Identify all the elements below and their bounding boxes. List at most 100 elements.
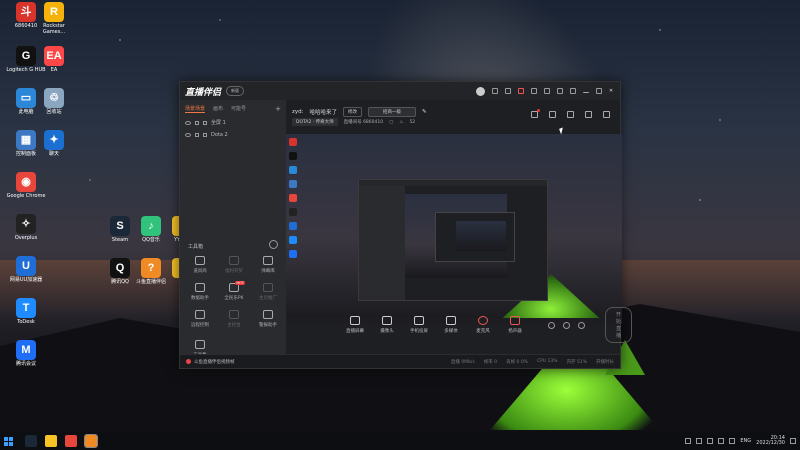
maximize-button[interactable] — [596, 88, 602, 94]
mail-icon[interactable] — [531, 88, 537, 94]
volume-icon[interactable] — [729, 438, 736, 444]
desktop-icon-uu-icon: U — [16, 256, 36, 276]
stat-item: 内存 51% — [566, 359, 587, 365]
tool-remote[interactable]: 远程控制 — [184, 310, 216, 328]
control-label: 手机投屏 — [410, 329, 428, 334]
eye-icon[interactable] — [185, 120, 191, 125]
desktop-icon-recycle-bin[interactable]: ♲ 回收站 — [34, 88, 74, 116]
app-titlebar: 直播伴侣 新版 ✕ — [180, 82, 620, 100]
desktop-icon-todesk[interactable]: T ToDesk — [6, 298, 46, 326]
start-stream-button[interactable]: 开始直播 — [605, 307, 633, 343]
tool-danmu[interactable]: 弹幕库 — [252, 256, 284, 274]
tab-canvas[interactable]: 画布 — [213, 105, 223, 113]
status-warning[interactable]: 斗鱼直播伴侣视频帧 — [186, 359, 235, 365]
taskbar-chrome-icon[interactable] — [65, 435, 77, 447]
tool-data[interactable]: 数据助手 — [184, 283, 216, 301]
tool-console[interactable]: 主控台 — [218, 310, 250, 328]
streaming-app-window: 直播伴侣 新版 ✕ 场景场景 画布 可能号 + 全屏 1 Dota 2 工具箱 … — [179, 81, 633, 369]
desktop-icon-ea[interactable]: EA EA — [34, 46, 74, 74]
status-warning-text: 斗鱼直播伴侣视频帧 — [194, 359, 235, 365]
desktop-icon-rockstar-icon: R — [44, 2, 64, 22]
version-badge[interactable]: 新版 — [226, 86, 245, 96]
stream-stats: 直播 0Mb/s 帧率 0 丢帧 0.0% CPU 13% 内存 51% 开播时长 — [451, 359, 614, 365]
system-tray: ENG 20:14 2022/12/30 — [685, 435, 796, 447]
stat-item: CPU 13% — [536, 358, 558, 364]
scene-item[interactable]: 全屏 1 — [180, 116, 286, 129]
tool-label: 远程控制 — [191, 323, 209, 328]
minimize-button[interactable] — [583, 90, 589, 93]
desktop-icon-chat[interactable]: ✦ 聊天 — [34, 130, 74, 158]
taskbar: ENG 20:14 2022/12/30 — [0, 432, 800, 450]
control-phone[interactable]: 手机投屏 — [408, 316, 430, 334]
gear-icon[interactable] — [578, 321, 585, 329]
taskbar-yy-icon[interactable] — [45, 435, 57, 447]
layout-icon[interactable] — [567, 111, 574, 118]
clock[interactable]: 20:14 2022/12/30 — [756, 435, 785, 447]
tab-scenes[interactable]: 场景场景 — [185, 105, 206, 113]
control-screen[interactable]: 直播屏幕 — [344, 316, 366, 334]
tool-alert-icon — [263, 310, 273, 319]
tool-promo[interactable]: 主页推广 — [252, 283, 284, 301]
copy-icon[interactable]: ▢ — [389, 120, 393, 125]
tool-label: 弹幕库 — [261, 269, 275, 274]
tool-lottery[interactable]: 福利开奖 — [218, 256, 250, 274]
left-panel: 场景场景 画布 可能号 + 全屏 1 Dota 2 工具箱 道具商 福利开奖 弹幕库… — [180, 100, 286, 358]
menu-icon[interactable] — [570, 88, 576, 94]
lock-icon[interactable] — [195, 133, 199, 137]
eye-icon[interactable] — [185, 133, 191, 137]
tray-app-icon[interactable] — [696, 438, 703, 444]
lock-icon[interactable] — [549, 111, 556, 118]
desktop-icon-overplus[interactable]: ✧ Overplus — [6, 214, 46, 242]
user-avatar[interactable] — [476, 86, 485, 96]
stream-preview[interactable] — [286, 134, 622, 324]
taskbar-steam-icon[interactable] — [25, 435, 37, 447]
desktop-icon-qq-icon: Q — [110, 258, 130, 278]
lock-icon[interactable] — [195, 120, 199, 125]
control-mic[interactable]: 麦克风 — [472, 316, 494, 334]
category-select[interactable]: 招商一级 — [368, 107, 417, 117]
record-icon[interactable] — [531, 109, 540, 118]
support-icon[interactable] — [505, 88, 511, 94]
tool-props[interactable]: 道具商 — [184, 256, 216, 274]
tool-pk[interactable]: HOT 全民乐PK — [218, 281, 250, 301]
language-indicator[interactable]: ENG — [740, 438, 751, 444]
headset-icon[interactable] — [492, 88, 498, 94]
desktop-icon-uu[interactable]: U 网易UU加速器 — [6, 256, 46, 284]
beauty-icon[interactable] — [563, 321, 570, 329]
shirt-icon[interactable] — [544, 88, 550, 94]
share-icon[interactable] — [603, 111, 610, 118]
tool-console-icon — [229, 310, 239, 319]
desktop-icon-tencent-meeting[interactable]: M 腾讯会议 — [6, 340, 46, 368]
add-scene-button[interactable]: + — [275, 105, 281, 113]
scene-item[interactable]: Dota 2 — [180, 129, 286, 141]
history-icon[interactable] — [269, 240, 278, 249]
control-speaker[interactable]: 扬声器 — [504, 316, 526, 334]
control-media[interactable]: 多媒体 — [440, 316, 462, 334]
desktop-icon-rockstar[interactable]: R Rockstar Games... — [34, 2, 74, 36]
room-meta: DOTA2 · 传奇大师 直播间号 6860410 ▢ ♨ 52 — [292, 118, 415, 126]
network-icon[interactable] — [718, 438, 725, 444]
camera-settings-icon[interactable] — [548, 321, 555, 329]
control-phone-icon — [414, 316, 424, 325]
settings-icon[interactable] — [557, 88, 563, 94]
game-category[interactable]: DOTA2 · 传奇大师 — [292, 118, 338, 126]
notification-icon[interactable] — [790, 438, 796, 444]
tool-alert[interactable]: 警报助手 — [252, 310, 284, 328]
pencil-icon[interactable]: ✎ — [422, 109, 427, 115]
start-button[interactable] — [4, 436, 13, 446]
tray-chevron-icon[interactable] — [685, 438, 692, 444]
gift-icon[interactable] — [518, 88, 524, 94]
control-label: 多媒体 — [444, 329, 458, 334]
tray-app-icon[interactable] — [707, 438, 714, 444]
edit-title-button[interactable]: 修改 — [343, 107, 363, 117]
tool-promo-icon — [263, 283, 273, 292]
desktop-icon-chrome[interactable]: ◉ Google Chrome — [6, 172, 46, 200]
close-button[interactable]: ✕ — [609, 88, 615, 94]
bell-icon[interactable] — [585, 111, 592, 118]
stat-item: 帧率 0 — [483, 359, 498, 365]
game-icon — [203, 133, 207, 137]
control-camera[interactable]: 摄像头 — [376, 316, 398, 334]
tab-account[interactable]: 可能号 — [231, 105, 246, 113]
desktop-icon-ea-icon: EA — [44, 46, 64, 66]
taskbar-douyu-icon[interactable] — [84, 434, 98, 448]
